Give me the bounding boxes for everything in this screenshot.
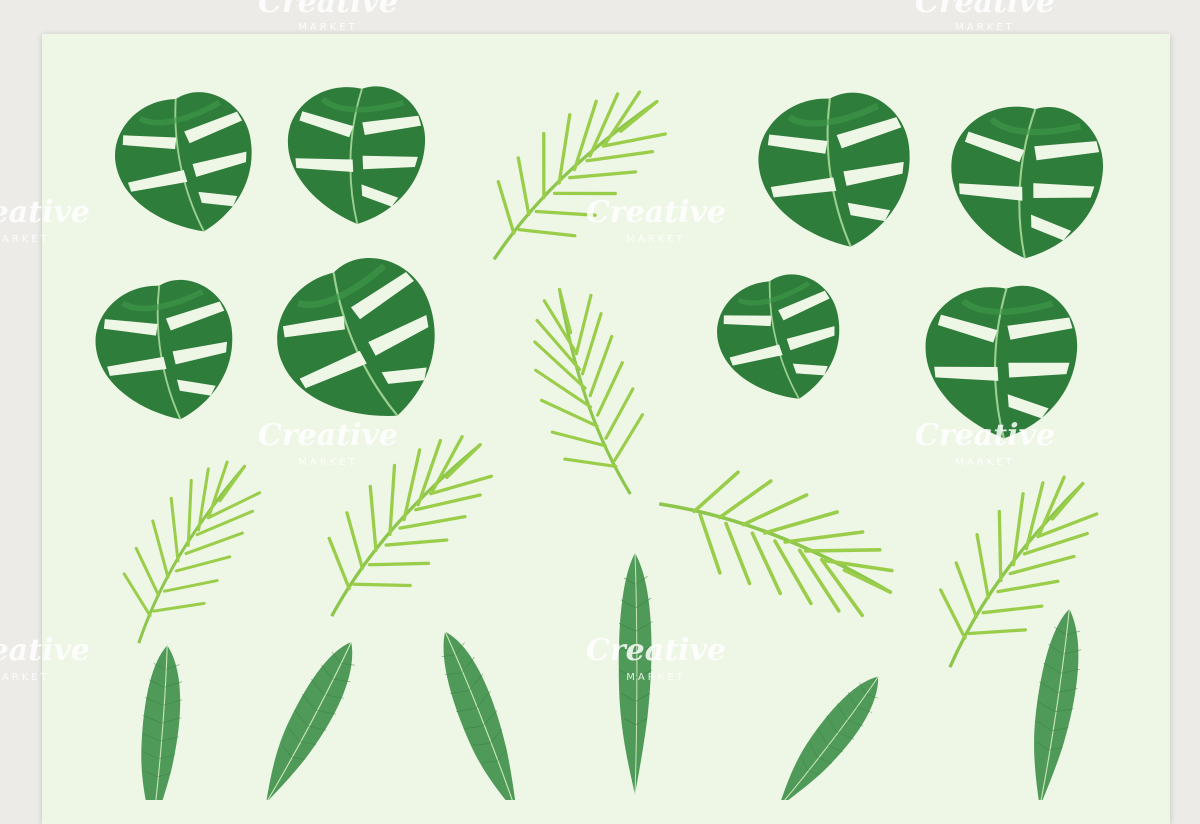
svg-text:MARKET: MARKET [626,672,685,683]
monstera-leaf [709,267,851,411]
svg-text:MARKET: MARKET [0,234,50,245]
svg-text:Creative: Creative [915,418,1055,453]
svg-text:Creative: Creative [586,195,726,230]
monstera-leaf [91,276,240,426]
watermark: Creative MARKET [915,418,1055,468]
svg-text:Creative: Creative [258,0,398,20]
palm-frond [89,453,296,645]
svg-text:MARKET: MARKET [955,457,1014,468]
svg-text:MARKET: MARKET [955,22,1014,33]
watermark: Creative MARKET [586,195,726,245]
svg-text:Creative: Creative [0,195,90,230]
palm-frond [908,469,1127,669]
banana-leaf [133,642,188,800]
svg-text:Creative: Creative [915,0,1055,20]
svg-text:MARKET: MARKET [298,457,357,468]
banana-leaf [249,631,369,800]
watermark: Creative MARKET [0,633,90,683]
watermark: Creative MARKET [258,418,398,468]
watermark: Creative MARKET [258,0,398,33]
palm-frond [490,279,692,496]
banana-leaf [765,664,893,800]
svg-text:Creative: Creative [258,418,398,453]
monstera-leaf [280,78,431,231]
watermark: Creative MARKET [586,633,726,683]
leaf-collection: Creative MARKET Creative MARKET Creative… [0,0,1127,800]
monstera-leaf [754,89,916,253]
svg-text:Creative: Creative [586,633,726,668]
monstera-leaf [107,85,262,242]
watermark: Creative MARKET [915,0,1055,33]
banana-leaf [427,621,536,800]
monstera-leaf [940,94,1111,267]
banana-leaf [1020,604,1090,800]
watermark: Creative MARKET [0,195,90,245]
monstera-leaf [257,241,461,447]
svg-text:Creative: Creative [0,633,90,668]
svg-text:MARKET: MARKET [0,672,50,683]
svg-text:MARKET: MARKET [626,234,685,245]
svg-text:MARKET: MARKET [298,22,357,33]
